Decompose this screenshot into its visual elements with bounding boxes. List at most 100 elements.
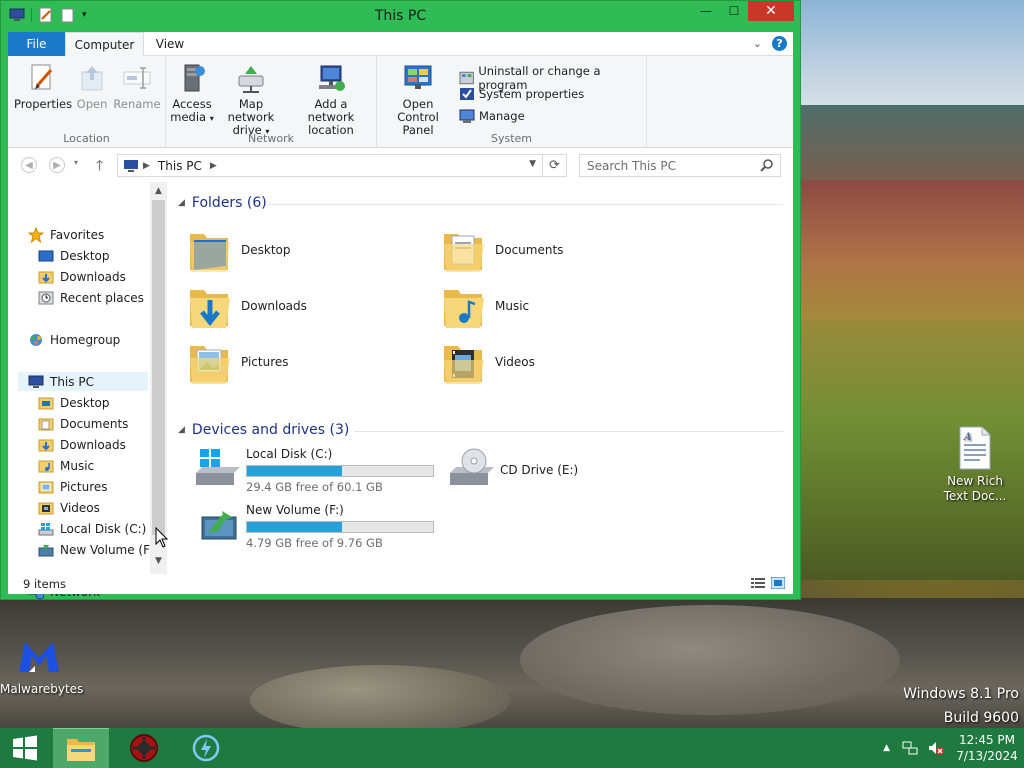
title-bar[interactable]: ▾ This PC — ☐ ✕ [1,1,800,31]
drive-cd-e[interactable]: CD Drive (E:) [448,447,698,497]
open-control-panel-button[interactable]: Open Control Panel [381,62,455,137]
windows-logo-icon [13,735,37,761]
network-drive-icon [238,66,264,93]
large-icons-view-icon[interactable] [771,577,785,589]
address-row: ◀ ▶ ▾ 🡑 ▶ This PC ▶ ▼ ⟳ Search This PC [8,148,793,182]
ribbon-group-label: Network [248,132,294,145]
properties-button[interactable]: Properties [14,62,72,111]
forward-button[interactable]: ▶ [49,157,65,173]
drive-new-volume-f[interactable]: New Volume (F:) 4.79 GB free of 9.76 GB [194,503,444,553]
scroll-down-arrow-icon[interactable]: ▼ [150,556,167,566]
network-status-icon[interactable] [902,740,918,756]
desktop-folder-icon [190,234,230,272]
section-divider [354,431,783,432]
ribbon-group-label: Location [63,132,110,145]
minimize-button[interactable]: — [692,1,720,21]
nav-fav-downloads[interactable]: Downloads [38,267,126,286]
drive-usage-fill [247,466,342,476]
folder-music[interactable]: Music [442,280,692,332]
nav-homegroup[interactable]: Homegroup [28,330,120,349]
open-button[interactable]: Open [72,62,112,111]
scroll-up-arrow-icon[interactable]: ▲ [150,186,167,196]
documents-folder-icon [38,418,54,430]
nav-pc-new-volume-f[interactable]: New Volume (F:) [38,540,158,559]
folder-pictures[interactable]: Pictures [188,336,438,388]
add-network-location-button[interactable]: Add a network location [290,62,372,137]
taskbar: ▲ 12:45 PM 7/13/2024 [0,728,1024,768]
navpane-scrollbar[interactable]: ▲ ▼ [150,182,167,574]
desktop-icon-rtf[interactable]: A New Rich Text Doc... [940,426,1010,504]
folders-section-header[interactable]: ◢ Folders (6) [178,195,267,211]
nav-favorites[interactable]: Favorites [28,225,104,244]
clock-date: 7/13/2024 [956,749,1018,763]
folder-videos[interactable]: Videos [442,336,692,388]
nav-pc-pictures[interactable]: Pictures [38,477,108,496]
recent-locations-icon[interactable]: ▾ [74,158,78,167]
check-icon [460,88,474,100]
videos-folder-icon [444,346,484,384]
computer-management-icon [459,109,475,123]
folder-documents[interactable]: Documents [442,224,692,276]
system-properties-button[interactable]: System properties [459,86,584,102]
star-icon [28,226,44,243]
maximize-button[interactable]: ☐ [720,1,748,21]
nav-fav-desktop[interactable]: Desktop [38,246,110,265]
pictures-folder-icon [38,481,54,493]
show-hidden-icons-icon[interactable]: ▲ [883,743,890,753]
breadcrumb-this-pc[interactable]: This PC [158,159,202,173]
folder-desktop[interactable]: Desktop [188,224,438,276]
nav-fav-recent-places[interactable]: Recent places [38,288,144,307]
nav-pc-desktop[interactable]: Desktop [38,393,110,412]
drives-section-header[interactable]: ◢ Devices and drives (3) [178,422,349,438]
address-bar[interactable]: ▶ This PC ▶ ▼ ⟳ [117,154,567,177]
folder-downloads[interactable]: Downloads [188,280,438,332]
nav-pc-videos[interactable]: Videos [38,498,100,517]
taskbar-app-blue[interactable] [178,728,234,768]
access-media-button[interactable]: Access media ▾ [170,62,214,125]
drive-local-disk-c[interactable]: Local Disk (C:) 29.4 GB free of 60.1 GB [194,447,444,497]
windows-watermark-line2: Build 9600 [943,710,1019,726]
tab-view[interactable]: View [148,32,192,56]
shield-bolt-icon [192,734,220,762]
nav-pc-local-disk-c[interactable]: Local Disk (C:) [38,519,146,538]
rename-icon [123,67,151,89]
section-divider [268,204,783,205]
nav-pc-downloads[interactable]: Downloads [38,435,126,454]
taskbar-file-explorer[interactable] [53,728,109,768]
usb-drive-icon [201,511,237,540]
volume-muted-icon[interactable] [928,740,944,756]
taskbar-clock[interactable]: 12:45 PM 7/13/2024 [950,732,1024,764]
expand-ribbon-icon[interactable]: ⌄ [753,37,762,50]
desktop-icon [38,250,54,261]
tab-file[interactable]: File [8,32,65,56]
manage-button[interactable]: Manage [459,108,525,124]
map-network-drive-button[interactable]: Map network drive ▾ [216,62,286,138]
help-icon[interactable]: ? [772,36,787,51]
search-input[interactable]: Search This PC [579,154,781,177]
rename-button[interactable]: Rename [112,62,162,111]
programs-icon [459,71,474,85]
network-location-icon [319,65,345,91]
desktop-icon-malwarebytes[interactable]: Malwarebytes [0,636,83,697]
start-button[interactable] [0,728,50,768]
details-view-icon[interactable] [751,577,765,589]
scrollbar-thumb[interactable] [152,200,165,535]
nav-pc-documents[interactable]: Documents [38,414,128,433]
windows-drive-icon [196,449,240,485]
mouse-cursor-icon [155,527,169,548]
refresh-button[interactable]: ⟳ [542,155,566,176]
downloads-folder-icon [190,290,230,328]
back-button[interactable]: ◀ [21,157,37,173]
tab-computer[interactable]: Computer [65,32,144,56]
desktop-hill [784,105,1024,185]
chevron-down-icon[interactable]: ▼ [529,159,536,169]
up-button[interactable]: 🡑 [96,155,103,179]
close-button[interactable]: ✕ [748,1,794,21]
taskbar-app-red[interactable] [116,728,172,768]
downloads-folder-icon [38,439,54,451]
nav-this-pc[interactable]: This PC [18,372,148,391]
ribbon: Properties Open Rename Location Access m… [8,56,793,148]
nav-pc-music[interactable]: Music [38,456,94,475]
content-pane: ◢ Folders (6) Desktop Documents Download… [168,182,793,574]
explorer-frame: File Computer View ⌄ ? Properties Open R… [8,32,793,599]
